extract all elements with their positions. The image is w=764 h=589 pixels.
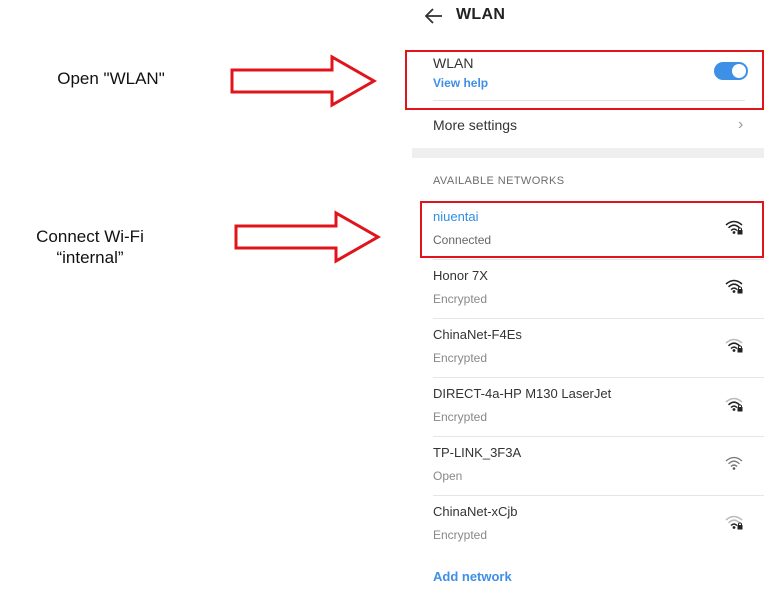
- back-arrow-icon[interactable]: [424, 6, 444, 26]
- wifi-locked-icon: [725, 338, 743, 353]
- network-item-chinanet-xcjb[interactable]: ChinaNet-xCjb Encrypted: [412, 496, 764, 555]
- wifi-locked-icon: [725, 279, 743, 294]
- add-network-button[interactable]: Add network: [433, 569, 512, 584]
- wlan-settings-screen: WLAN WLAN View help More settings › AVAI…: [405, 0, 764, 589]
- highlight-connected-network: [420, 201, 764, 258]
- network-item-tp-link-3f3a[interactable]: TP-LINK_3F3A Open: [412, 437, 764, 496]
- network-name: TP-LINK_3F3A: [433, 445, 522, 460]
- top-bar: WLAN: [412, 0, 764, 36]
- wifi-locked-icon: [725, 397, 743, 412]
- annotation-open-wlan: Open "WLAN": [57, 69, 165, 88]
- annotation-connect-wifi: Connect Wi-Fi “internal”: [10, 226, 170, 268]
- network-name: Honor 7X: [433, 268, 488, 283]
- chevron-right-icon: ›: [738, 116, 744, 133]
- network-item-direct-hp-laserjet[interactable]: DIRECT-4a-HP M130 LaserJet Encrypted: [412, 378, 764, 437]
- annotation-connect-wifi-line2: “internal”: [56, 248, 124, 267]
- network-name: ChinaNet-F4Es: [433, 327, 522, 342]
- network-status: Encrypted: [433, 351, 488, 365]
- network-item-chinanet-f4es[interactable]: ChinaNet-F4Es Encrypted: [412, 319, 764, 378]
- network-name: ChinaNet-xCjb: [433, 504, 518, 519]
- section-separator: [412, 148, 764, 158]
- annotation-connect-wifi-line1: Connect Wi-Fi: [36, 227, 144, 246]
- network-status: Encrypted: [433, 528, 488, 542]
- wifi-locked-icon: [725, 515, 743, 530]
- more-settings-label: More settings: [433, 117, 518, 133]
- annotation-arrow-network: [234, 210, 382, 264]
- network-status: Encrypted: [433, 410, 488, 424]
- network-status: Encrypted: [433, 292, 488, 306]
- network-item-honor-7x[interactable]: Honor 7X Encrypted: [412, 260, 764, 319]
- network-status: Open: [433, 469, 463, 483]
- more-settings-row[interactable]: More settings ›: [412, 104, 764, 146]
- network-name: DIRECT-4a-HP M130 LaserJet: [433, 386, 612, 401]
- highlight-wlan-toggle: [405, 50, 764, 110]
- available-networks-header: AVAILABLE NETWORKS: [433, 175, 565, 187]
- annotation-arrow-wlan: [230, 54, 378, 108]
- wifi-icon: [725, 456, 743, 470]
- page-title: WLAN: [456, 6, 506, 23]
